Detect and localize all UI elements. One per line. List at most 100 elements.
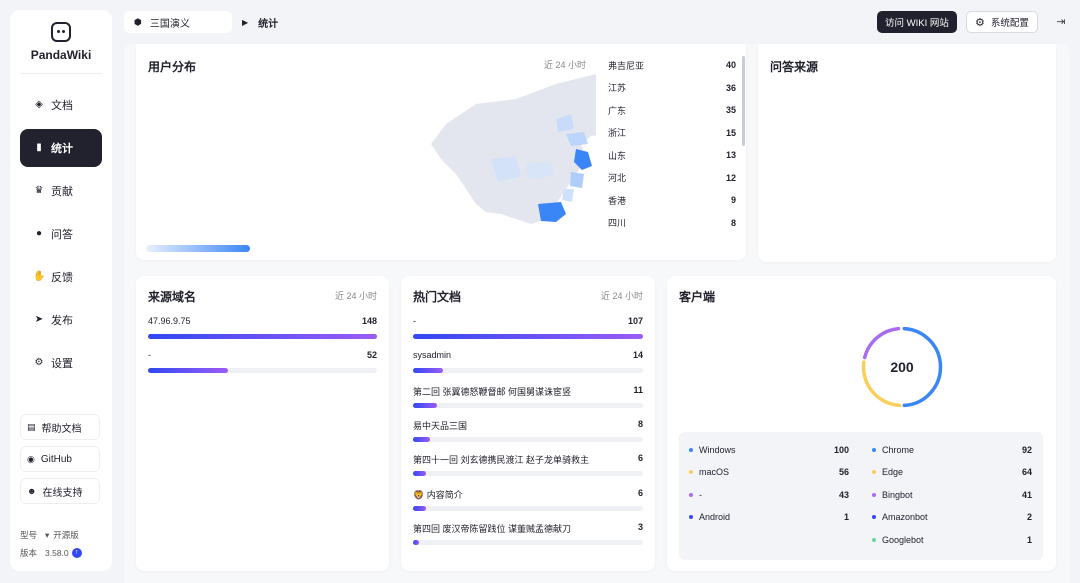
main-content: 用户分布 近 24 小时 弗吉尼亚 40 江苏 36 广东 35 浙江 15 山东 13 … [124, 44, 1070, 583]
trophy-icon: ♛ [34, 185, 44, 196]
legend-label: Windows [699, 445, 736, 455]
sidebar-item-docs[interactable]: ◈ 文档 [20, 86, 102, 124]
legend-item: Amazonbot 2 [872, 510, 1032, 524]
legend-label: macOS [699, 467, 730, 478]
rank-row: 第二回 张翼德怒鞭督邮 何国舅谋诛宦竖 11 [413, 385, 643, 408]
hand-icon: ✋ [33, 271, 46, 282]
logo[interactable]: PandaWiki [10, 22, 112, 62]
rank-row: sysadmin 14 [413, 350, 643, 374]
legend-dot [872, 537, 876, 542]
list-item: 弗吉尼亚 40 [596, 54, 746, 77]
rank-bar-fill [413, 436, 431, 442]
rank-row: - 52 [148, 350, 377, 373]
legend-value: 1 [1026, 534, 1032, 545]
source-domain-card: 来源域名 近 24 小时 47.96.9.75 148 - 52 [136, 276, 389, 571]
rank-bar-fill [413, 402, 437, 408]
breadcrumb[interactable]: ⬢ 三国演义 [124, 11, 232, 33]
cube-icon: ⬢ [134, 16, 142, 27]
legend-dot [689, 448, 693, 452]
legend-label: Googlebot [882, 534, 924, 545]
map-region-fujian [562, 189, 574, 202]
client-donut-chart: 200 [861, 326, 943, 408]
link-label: GitHub [40, 453, 72, 465]
legend-dot [689, 492, 693, 497]
online-support-link[interactable]: ☻ 在线支持 [20, 478, 100, 504]
province-name: 江苏 [608, 83, 627, 94]
scrollbar[interactable] [742, 56, 745, 146]
button-label: 系统配置 [990, 18, 1029, 29]
list-item: 江苏 36 [596, 77, 746, 100]
province-name: 香港 [608, 195, 627, 206]
app-name: PandaWiki [30, 48, 92, 62]
send-icon: ➤ [34, 314, 44, 325]
list-item: 河北 12 [596, 167, 746, 190]
rank-bar-fill [413, 334, 643, 339]
sidebar-item-stats[interactable]: ▮ 统计 [20, 129, 102, 167]
province-value: 9 [730, 195, 736, 206]
period-label: 近 24 小时 [334, 291, 377, 301]
rank-bar-fill [413, 539, 420, 545]
version-info: 型号 ▾ 开源版 版本 3.58.0 ↑ [20, 529, 82, 565]
legend-item: Windows 100 [689, 443, 849, 457]
legend-value: 100 [833, 445, 849, 455]
donut-slice [862, 326, 901, 360]
rank-bar-fill [413, 368, 444, 374]
rank-value: 52 [366, 350, 377, 360]
legend-label: - [699, 489, 702, 500]
github-link[interactable]: ◉ GitHub [20, 446, 100, 472]
rank-bar-track [413, 402, 643, 408]
qa-source-card: 问答来源 [758, 44, 1056, 262]
legend-dot [689, 470, 693, 475]
topbar: ⬢ 三国演义 ▶ 统计 访问 WIKI 网站 ⚙ 系统配置 ⇥ [124, 11, 1080, 35]
rank-bar-track [148, 368, 377, 373]
update-icon[interactable]: ↑ [71, 548, 82, 558]
rank-bar-fill [413, 471, 426, 477]
sidebar-item-contrib[interactable]: ♛ 贡献 [20, 172, 102, 210]
list-item: 山东 13 [596, 144, 746, 167]
rank-value: 6 [637, 487, 643, 498]
rank-bar-track [413, 368, 643, 374]
legend-value: 64 [1021, 467, 1032, 478]
caret-right-icon: ▶ [242, 17, 249, 27]
legend-label: Edge [882, 467, 904, 478]
card-title: 热门文档 [413, 290, 462, 304]
legend-item: macOS 56 [689, 465, 849, 479]
link-label: 帮助文档 [41, 423, 82, 435]
rank-bar-track [148, 334, 377, 339]
sidebar-item-label: 发布 [51, 315, 73, 327]
legend-item: - 43 [689, 488, 849, 502]
legend-value: 92 [1021, 445, 1032, 455]
sidebar-item-publish[interactable]: ➤ 发布 [20, 301, 102, 339]
client-card: 客户端 200 Windows 100 macOS 56 - 43 Android 1 Chro… [667, 276, 1056, 571]
visit-wiki-button[interactable]: 访问 WIKI 网站 [877, 11, 957, 33]
rank-bar-fill [148, 334, 377, 339]
rank-row: 47.96.9.75 148 [148, 316, 377, 339]
rank-label: 🦁 内容简介 [413, 489, 463, 500]
rank-row: 第四十一回 刘玄德携民渡江 赵子龙单骑救主 6 [413, 453, 643, 477]
logout-icon[interactable]: ⇥ [1052, 13, 1070, 31]
list-item: 浙江 15 [596, 122, 746, 145]
legend-item: Edge 64 [872, 465, 1032, 479]
legend-label: Amazonbot [882, 512, 928, 523]
province-list[interactable]: 弗吉尼亚 40 江苏 36 广东 35 浙江 15 山东 13 河北 12 香港 9 四川 8 [596, 54, 746, 250]
client-legend: Windows 100 macOS 56 - 43 Android 1 Chrome 92 Edge… [679, 432, 1043, 560]
help-docs-link[interactable]: ▤ 帮助文档 [20, 414, 100, 440]
rank-label: - [413, 316, 416, 326]
github-icon: ◉ [27, 453, 35, 464]
province-name: 浙江 [608, 128, 627, 139]
rank-value: 148 [361, 316, 377, 326]
card-title: 客户端 [679, 290, 716, 304]
sidebar-item-qa[interactable]: ● 问答 [20, 215, 102, 253]
period-label: 近 24 小时 [600, 291, 643, 301]
sidebar-item-label: 文档 [51, 100, 73, 112]
sidebar-item-settings[interactable]: ⚙ 设置 [20, 344, 102, 382]
sidebar-item-feedback[interactable]: ✋ 反馈 [20, 258, 102, 296]
system-settings-button[interactable]: ⚙ 系统配置 [966, 11, 1038, 33]
province-name: 弗吉尼亚 [608, 60, 645, 71]
model-value: 开源版 [53, 530, 79, 540]
doc-icon: ▤ [27, 421, 36, 432]
province-name: 河北 [608, 173, 627, 184]
legend-dot [872, 492, 876, 497]
legend-value: 41 [1021, 489, 1032, 500]
rank-row: - 107 [413, 316, 643, 339]
